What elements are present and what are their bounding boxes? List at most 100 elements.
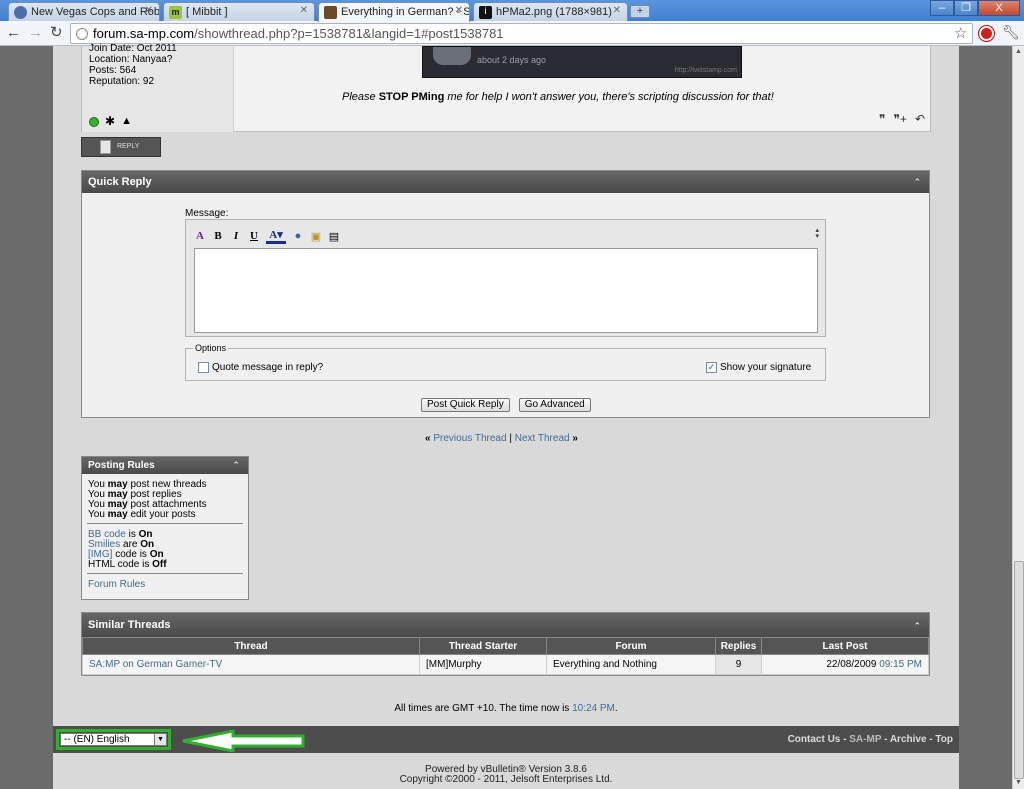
signature-avatar: [433, 47, 471, 65]
close-tab-icon[interactable]: ✕: [455, 5, 463, 16]
underline-icon[interactable]: U: [248, 230, 260, 242]
editor-resize-icon[interactable]: ▴ ▾: [815, 227, 819, 240]
user-location: Location: Nanyaa?: [89, 54, 173, 65]
back-arrow-icon[interactable]: ←: [6, 25, 21, 41]
quote-icon[interactable]: ❞: [879, 112, 885, 126]
bold-icon[interactable]: B: [212, 230, 224, 242]
similar-threads-header: Similar Threads ⌃: [82, 613, 929, 637]
reply-count: 9: [715, 654, 762, 675]
maximize-button[interactable]: ❐: [954, 0, 978, 16]
quick-reply-title: Quick Reply: [88, 176, 152, 188]
column-header[interactable]: Forum: [546, 637, 716, 655]
online-status-icon: [89, 116, 99, 127]
collapse-icon[interactable]: ⌃: [913, 171, 921, 193]
bookmark-star-icon[interactable]: ☆: [954, 24, 967, 42]
window-controls: – ❐ X: [930, 0, 1020, 16]
thread-link[interactable]: SA:MP on German Gamer-TV: [89, 659, 222, 670]
minimize-button[interactable]: –: [930, 0, 954, 16]
message-label: Message:: [185, 208, 229, 219]
forward-arrow-icon[interactable]: →: [28, 25, 43, 41]
previous-thread-link[interactable]: Previous Thread: [433, 433, 506, 444]
insert-link-icon[interactable]: ●: [292, 230, 304, 242]
permissions-list: You may post new threads You may post re…: [88, 479, 207, 520]
wrench-menu-icon[interactable]: 🔧︎: [1002, 24, 1020, 41]
tab-new-vegas[interactable]: New Vegas Cops and Robbe ✕: [8, 2, 160, 21]
similar-threads-panel: Similar Threads ⌃ Thread Thread Starter …: [81, 612, 930, 676]
message-textarea[interactable]: [194, 248, 818, 333]
options-legend: Options: [193, 343, 229, 353]
similar-threads-title: Similar Threads: [88, 619, 171, 631]
collapse-icon[interactable]: ⌃: [913, 614, 921, 638]
post-quick-reply-button[interactable]: Post Quick Reply: [421, 398, 510, 412]
tab-label: New Vegas Cops and Robbe: [31, 6, 160, 18]
report-warning-icon[interactable]: ▲: [121, 116, 132, 127]
tab-everything-in-german[interactable]: Everything in German? - SA ✕: [318, 2, 470, 22]
chevron-down-icon: ▼: [154, 734, 166, 745]
scroll-down-icon[interactable]: ▼: [1015, 779, 1022, 786]
quote-message-checkbox[interactable]: [198, 362, 209, 373]
join-date: Join Date: Oct 2011: [89, 43, 177, 54]
address-bar[interactable]: forum.sa-mp.com/showthread.php?p=1538781…: [70, 23, 973, 44]
go-advanced-button[interactable]: Go Advanced: [518, 398, 591, 412]
reputation: Reputation: 92: [89, 76, 155, 87]
posting-rules-title: Posting Rules: [88, 460, 155, 471]
multi-quote-icon[interactable]: ❞+: [893, 112, 906, 126]
url-host: forum.sa-mp.com: [93, 26, 195, 41]
column-header[interactable]: Replies: [715, 637, 762, 655]
forum-post: Join Date: Oct 2011 Location: Nanyaa? Po…: [81, 43, 931, 132]
show-signature-checkbox[interactable]: ✓: [706, 362, 717, 373]
code-settings-list: BB code is On Smilies are On [IMG] code …: [88, 529, 167, 570]
reload-icon[interactable]: ↻: [50, 25, 63, 41]
editor-toolbar: A B I U A▾ ● ▣ ▤: [194, 228, 340, 244]
show-signature-option[interactable]: ✓ Show your signature: [706, 362, 811, 373]
tab-hpma2-png[interactable]: i hPMa2.png (1788×981) ✕: [473, 2, 628, 21]
italic-icon[interactable]: I: [230, 230, 242, 242]
column-header[interactable]: Thread Starter: [419, 637, 547, 655]
signature-text: Please STOP PMing me for help I won't an…: [342, 91, 774, 103]
scrollbar-thumb[interactable]: [1014, 561, 1024, 779]
close-tab-icon[interactable]: ✕: [300, 5, 308, 16]
close-tab-icon[interactable]: ✕: [613, 5, 621, 16]
timezone-info: All times are GMT +10. The time now is 1…: [394, 703, 618, 714]
posting-rules-panel: Posting Rules ⌃ You may post new threads…: [81, 456, 249, 600]
footer-bar: -- (EN) English ▼ Contact Us - SA-MP - A…: [53, 726, 959, 753]
sa-mp-link[interactable]: SA-MP: [849, 734, 881, 745]
column-header[interactable]: Last Post: [761, 637, 929, 655]
similar-threads-table: Thread Thread Starter Forum Replies Last…: [82, 637, 929, 675]
top-link[interactable]: Top: [935, 734, 953, 745]
scroll-up-icon[interactable]: ▲: [1015, 48, 1022, 55]
reputation-star-icon[interactable]: ✱: [105, 115, 115, 127]
signature-image: about 2 days ago http://twitstamp.com: [422, 46, 742, 78]
quote-message-option[interactable]: Quote message in reply?: [198, 362, 323, 373]
remove-format-icon[interactable]: A: [194, 230, 206, 242]
signature-timestamp: about 2 days ago: [477, 55, 547, 65]
browser-tab-strip: New Vegas Cops and Robbe ✕ m [ Mibbit ] …: [0, 0, 1024, 22]
column-header[interactable]: Thread: [82, 637, 420, 655]
close-window-button[interactable]: X: [978, 0, 1020, 16]
language-select[interactable]: -- (EN) English ▼: [60, 733, 167, 746]
insert-image-icon[interactable]: ▣: [310, 230, 322, 243]
vertical-scrollbar[interactable]: ▲ ▼: [1012, 46, 1024, 789]
adblock-icon[interactable]: [979, 26, 994, 41]
close-tab-icon[interactable]: ✕: [145, 5, 153, 16]
post-user-info: Join Date: Oct 2011 Location: Nanyaa? Po…: [82, 43, 234, 132]
page-info-icon: [76, 28, 88, 40]
tab-label: hPMa2.png (1788×981): [496, 6, 612, 18]
new-tab-button[interactable]: +: [630, 5, 650, 18]
tab-label: Everything in German? - SA: [341, 6, 470, 18]
font-color-icon[interactable]: A▾: [266, 228, 286, 244]
contact-us-link[interactable]: Contact Us: [788, 734, 841, 745]
reply-button[interactable]: REPLY: [81, 137, 161, 157]
forum-rules-link[interactable]: Forum Rules: [88, 579, 145, 590]
quick-reply-header: Quick Reply ⌃: [82, 171, 929, 193]
wrap-quote-icon[interactable]: ▤: [328, 230, 340, 243]
archive-link[interactable]: Archive: [890, 734, 927, 745]
collapse-icon[interactable]: ⌃: [232, 457, 240, 474]
posting-rules-header: Posting Rules ⌃: [82, 457, 248, 474]
quick-reply-icon[interactable]: ↶: [915, 112, 925, 126]
document-icon: [100, 140, 111, 154]
next-thread-link[interactable]: Next Thread: [515, 433, 570, 444]
tab-mibbit[interactable]: m [ Mibbit ] ✕: [163, 2, 315, 21]
samp-favicon-icon: [324, 6, 337, 19]
post-action-buttons: ❞ ❞+ ↶: [879, 112, 925, 126]
